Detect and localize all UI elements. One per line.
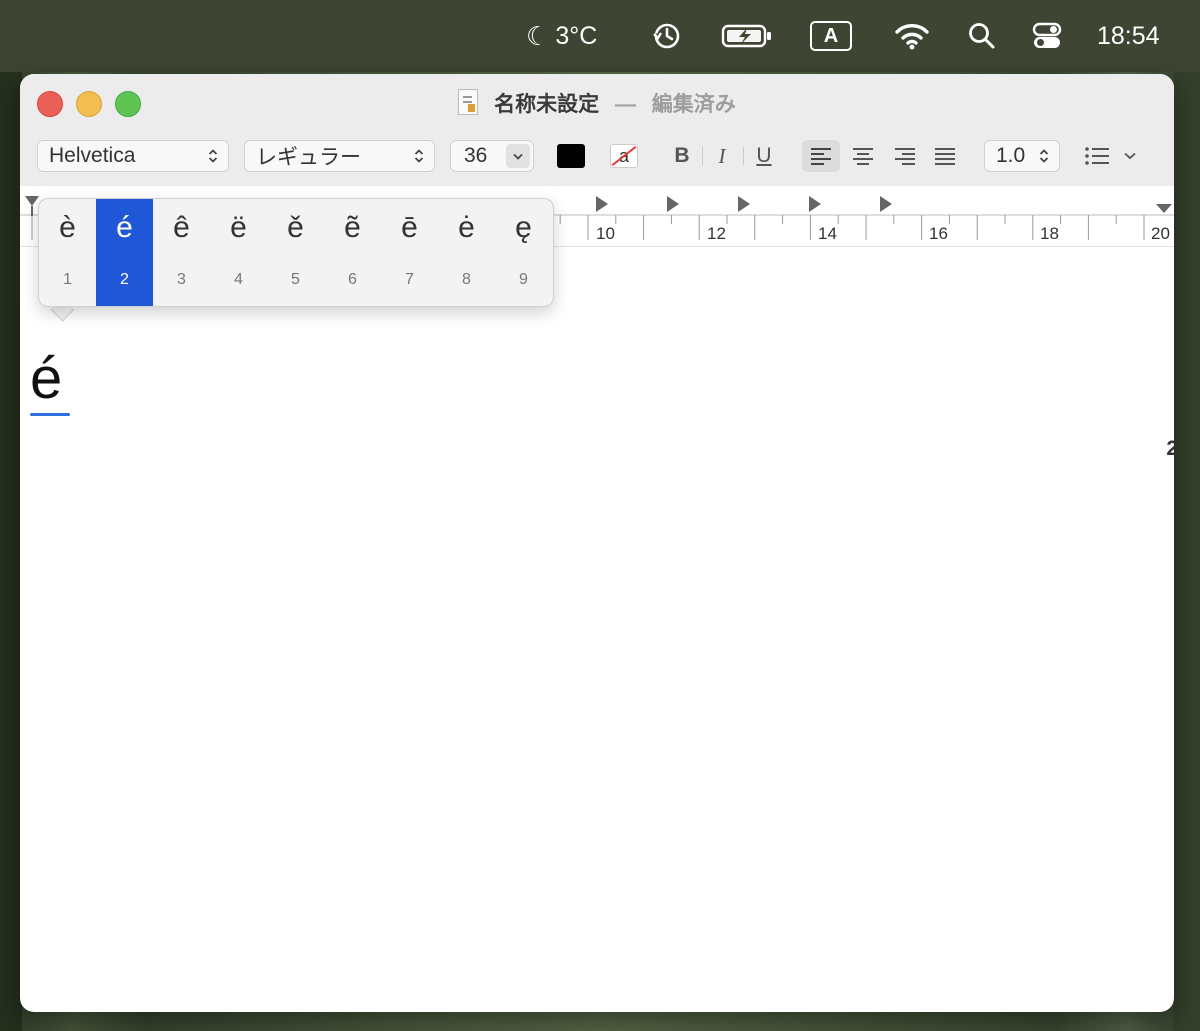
align-center-icon (853, 148, 873, 165)
font-style-popup[interactable]: レギュラー (244, 140, 435, 172)
align-right-button[interactable] (886, 140, 924, 172)
accent-candidate[interactable]: ě5 (267, 199, 324, 306)
document-text-area[interactable]: 2 (20, 247, 1174, 1012)
no-background-color-icon: a (610, 144, 638, 168)
input-source-label: A (810, 21, 852, 51)
candidate-number: 8 (462, 271, 471, 288)
document-name: 名称未設定 (494, 93, 600, 116)
candidate-number: 5 (291, 271, 300, 288)
title-separator: — (614, 93, 636, 116)
candidate-char: ê (173, 211, 190, 244)
accent-candidate[interactable]: ẽ6 (324, 199, 381, 306)
candidate-char: é (116, 211, 133, 244)
document-icon[interactable] (458, 89, 479, 115)
italic-button[interactable]: I (708, 140, 736, 172)
font-family-value: Helvetica (49, 144, 136, 167)
candidate-char: ě (287, 211, 304, 244)
font-size-dropdown-button[interactable] (506, 144, 530, 168)
text-color-swatch (557, 144, 585, 168)
font-size-combo[interactable]: 36 (450, 140, 534, 172)
candidate-number: 6 (348, 271, 357, 288)
justify-icon (935, 148, 955, 165)
candidate-char: ē (401, 211, 418, 244)
candidate-number: 7 (405, 271, 414, 288)
underline-button[interactable]: U (750, 140, 778, 172)
candidate-char: ẽ (344, 211, 361, 244)
background-color-well[interactable]: a (609, 140, 639, 172)
time-machine-icon[interactable] (652, 18, 682, 54)
text-color-well[interactable] (556, 140, 586, 172)
moon-icon: ☾ (526, 20, 550, 51)
candidate-number: 1 (63, 271, 72, 288)
weather-temperature: 3°C (555, 21, 598, 50)
font-size-value: 36 (464, 144, 488, 167)
ruler-label: 14 (818, 224, 837, 243)
ruler-label: 20 (1151, 224, 1170, 243)
ruler-label: 12 (707, 224, 726, 243)
accent-candidate[interactable]: è1 (39, 199, 96, 306)
clipped-text: 2 (1166, 437, 1174, 460)
align-left-icon (811, 148, 831, 165)
justify-button[interactable] (926, 140, 964, 172)
toolbar-divider (742, 140, 744, 172)
candidate-number: 4 (234, 271, 243, 288)
toolbar-divider (701, 140, 703, 172)
align-left-button[interactable] (802, 140, 840, 172)
edited-status: 編集済み (651, 93, 736, 116)
document-text[interactable]: é (30, 349, 62, 409)
accent-character-picker: è1 é2 ê3 ë4 ě5 ẽ6 ē7 ė8 ę9 (38, 198, 554, 307)
bulleted-list-icon (1085, 147, 1109, 165)
up-down-chevron-icon (414, 149, 424, 163)
ruler-label: 10 (596, 224, 615, 243)
clock[interactable]: 18:54 (1097, 18, 1160, 54)
align-center-button[interactable] (844, 140, 882, 172)
search-icon[interactable] (968, 18, 996, 54)
window-title: 名称未設定 — 編集済み (20, 88, 1174, 118)
marked-text-underline (30, 413, 70, 416)
control-center-icon[interactable] (1032, 18, 1062, 54)
candidate-char: ę (515, 211, 532, 244)
title-bar: 名称未設定 — 編集済み Helvetica レギュラー 36 a B (20, 74, 1174, 187)
line-spacing-value: 1.0 (996, 144, 1026, 167)
line-spacing-popup[interactable]: 1.0 (984, 140, 1060, 172)
candidate-number: 9 (519, 271, 528, 288)
accent-candidate[interactable]: ë4 (210, 199, 267, 306)
up-down-chevron-icon (208, 149, 218, 163)
candidate-char: ė (458, 211, 475, 244)
input-source-indicator[interactable]: A (810, 18, 852, 54)
bold-button[interactable]: B (668, 140, 696, 172)
desktop-background (0, 70, 22, 1031)
weather-status[interactable]: ☾ 3°C (526, 18, 597, 54)
up-down-chevron-icon (1039, 149, 1049, 163)
ruler-label: 18 (1040, 224, 1059, 243)
menu-bar: ☾ 3°C A 18:54 (0, 0, 1200, 72)
wifi-icon[interactable] (894, 18, 930, 54)
list-style-popup[interactable] (1084, 140, 1144, 172)
align-right-icon (895, 148, 915, 165)
accent-candidate-selected[interactable]: é2 (96, 199, 153, 306)
accent-candidate[interactable]: ē7 (381, 199, 438, 306)
desktop-background-right (1174, 70, 1200, 1031)
battery-charging-icon[interactable] (721, 18, 773, 54)
candidate-number: 3 (177, 271, 186, 288)
candidate-char: ë (230, 211, 247, 244)
accent-candidate[interactable]: ę9 (495, 199, 552, 306)
accent-candidate[interactable]: ė8 (438, 199, 495, 306)
candidate-number: 2 (120, 271, 129, 288)
chevron-down-icon (1124, 152, 1136, 160)
ruler-label: 16 (929, 224, 948, 243)
accent-candidate[interactable]: ê3 (153, 199, 210, 306)
font-style-value: レギュラー (256, 146, 361, 169)
candidate-char: è (59, 211, 76, 244)
font-family-popup[interactable]: Helvetica (37, 140, 229, 172)
chevron-down-icon (513, 153, 523, 160)
